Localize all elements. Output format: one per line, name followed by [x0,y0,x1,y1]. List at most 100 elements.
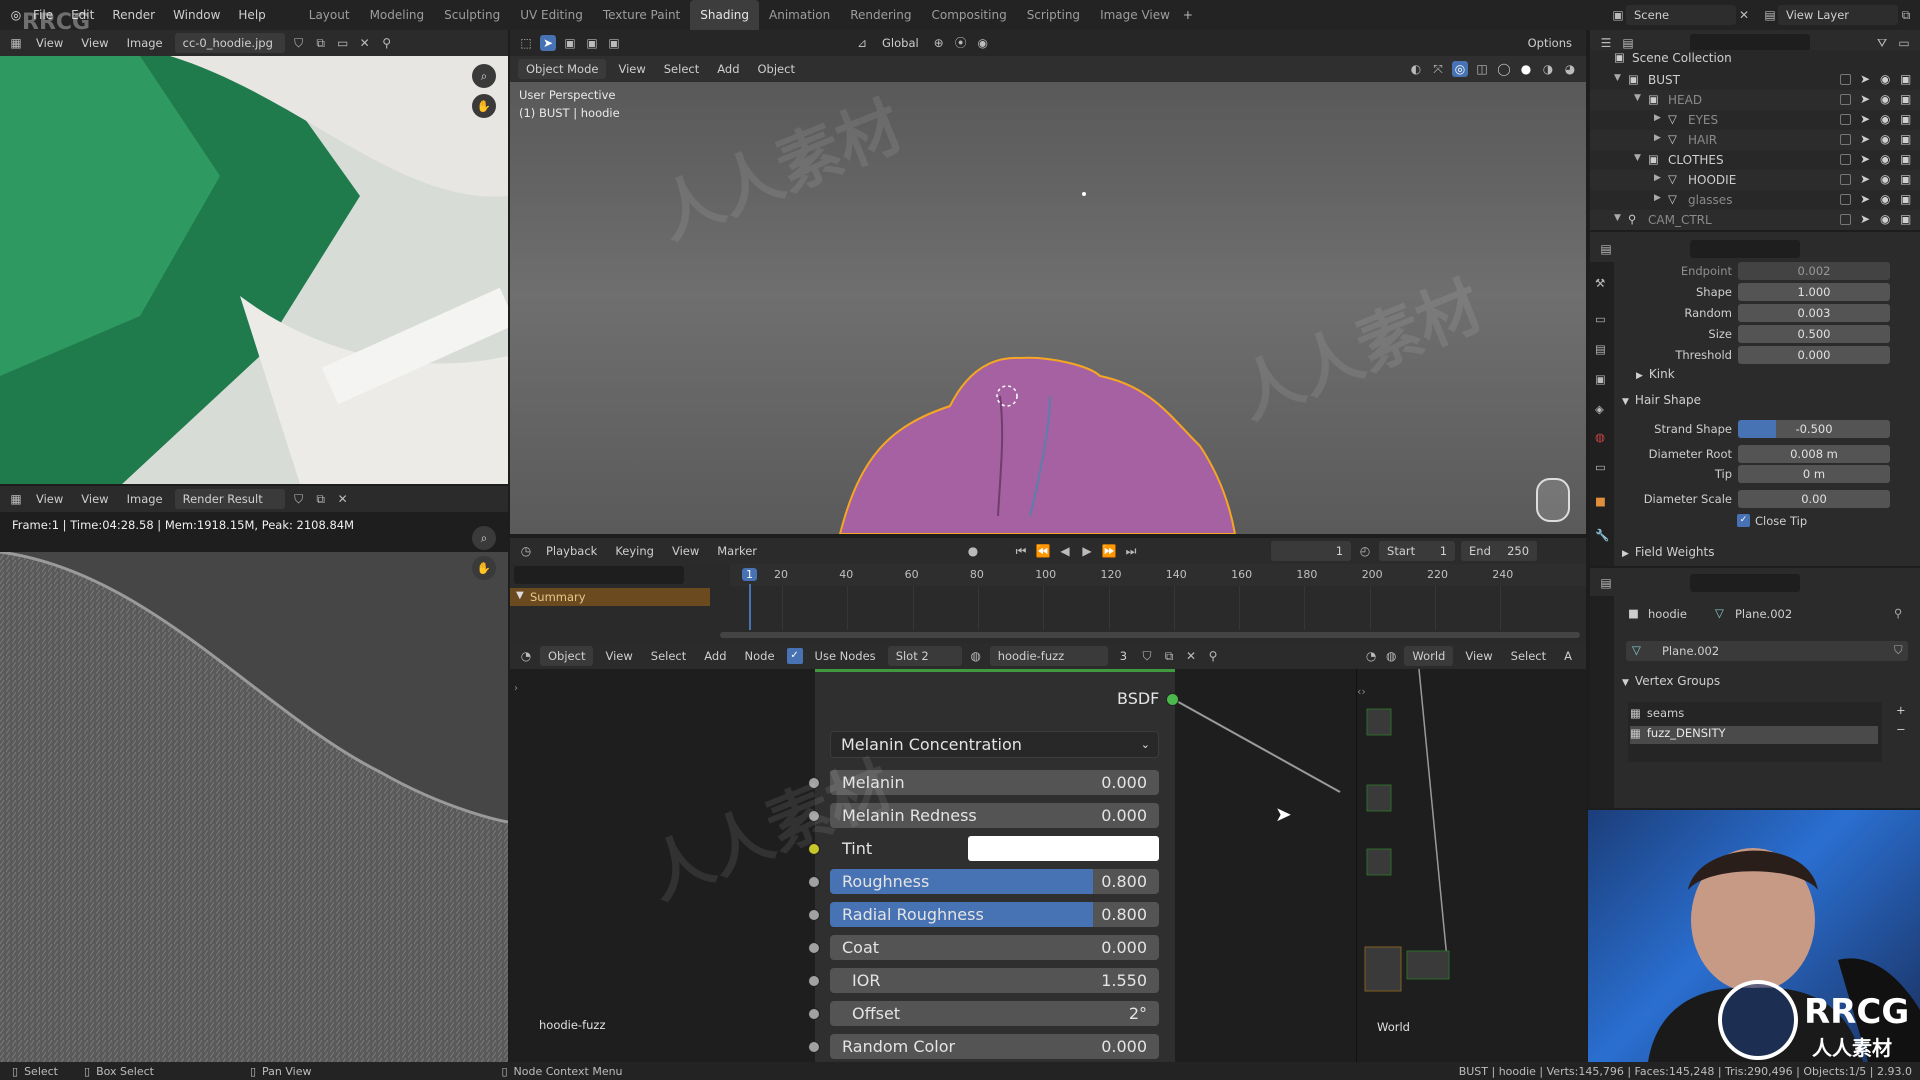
input-socket[interactable] [808,810,820,822]
view-menu-2[interactable]: View [75,36,114,50]
timeline-search-input[interactable] [514,566,684,584]
tab-sculpting[interactable]: Sculpting [434,0,510,30]
start-frame-field[interactable]: Start 1 [1379,541,1456,561]
xray-icon[interactable]: ◫ [1474,61,1490,77]
select-extend-icon[interactable]: ▣ [584,35,600,51]
input-melanin[interactable]: Melanin 0.000 [830,770,1159,795]
duplicate-icon[interactable]: ⧉ [1161,648,1177,664]
play-icon[interactable]: ▶ [1079,543,1095,559]
select-arrow-icon[interactable]: ➤ [1860,92,1870,106]
use-nodes-checkbox[interactable]: ✓ [786,648,803,664]
eye-icon[interactable]: ◉ [1880,192,1890,206]
properties-search-input[interactable] [1690,574,1800,592]
current-frame-field[interactable]: 1 [1271,541,1352,561]
diameter-root-field[interactable]: 0.008 m [1738,445,1890,463]
expand-arrow-icon[interactable]: ▼ [1634,93,1641,103]
copy-icon[interactable]: ⧉ [1898,7,1914,23]
close-tip-checkbox[interactable]: ✓ [1737,514,1750,527]
transform-orientation-icon[interactable]: ⊿ [854,35,870,51]
input-roughness[interactable]: Roughness 0.800 [830,869,1159,894]
outliner-item-cam-ctrl[interactable]: ▼ ⚲ CAM_CTRL ➤ ◉ ▣ [1590,210,1920,230]
outliner-item-bust[interactable]: ▼ ▣ BUST ➤ ◉ ▣ [1590,70,1920,90]
solid-shading-icon[interactable]: ● [1518,61,1534,77]
image-menu[interactable]: Image [121,492,169,506]
eye-icon[interactable]: ◉ [1880,132,1890,146]
exclude-checkbox[interactable] [1840,154,1851,165]
expand-arrow-icon[interactable]: ▼ [1614,73,1621,83]
viewport-select-menu[interactable]: Select [658,62,705,76]
editor-type-icon[interactable]: ◔ [1364,648,1378,664]
marker-menu[interactable]: Marker [711,544,763,558]
camera-icon[interactable]: ▣ [1900,112,1911,126]
tab-scripting[interactable]: Scripting [1017,0,1090,30]
hair-shape-panel-header[interactable]: ▼ Hair Shape [1622,393,1912,411]
camera-icon[interactable]: ▣ [1900,132,1911,146]
input-random-color[interactable]: Random Color 0.000 [830,1034,1159,1059]
input-tint[interactable]: Tint [830,836,1159,861]
shape-field[interactable]: 1.000 [1738,283,1890,301]
tab-rendering[interactable]: Rendering [840,0,921,30]
eye-icon[interactable]: ◉ [1880,152,1890,166]
select-subtract-icon[interactable]: ▣ [606,35,622,51]
pan-hand-icon[interactable]: ✋ [472,94,496,118]
tab-layout[interactable]: Layout [299,0,360,30]
collection-tab-icon[interactable]: ▭ [1595,460,1606,474]
close-icon[interactable]: ✕ [1183,648,1199,664]
modifier-tab-icon[interactable]: 🔧 [1595,528,1609,542]
3d-viewport[interactable]: Object Mode View Select Add Object ◐ ⤧ ◎… [510,56,1586,534]
random-field[interactable]: 0.003 [1738,304,1890,322]
select-cursor-icon[interactable]: ➤ [540,35,556,51]
world-tab-icon[interactable]: ◍ [1595,430,1605,444]
menu-render[interactable]: Render [103,0,164,30]
pin-icon[interactable]: ⚲ [379,35,395,51]
camera-icon[interactable]: ▣ [1900,92,1911,106]
editor-type-icon[interactable]: ▤ [1598,241,1614,257]
close-icon[interactable]: ✕ [335,491,351,507]
view-menu-2[interactable]: View [75,492,114,506]
tab-animation[interactable]: Animation [759,0,840,30]
expand-arrow-icon[interactable]: ▶ [1654,173,1661,183]
input-socket[interactable] [808,843,820,855]
keying-menu[interactable]: Keying [609,544,660,558]
record-icon[interactable]: ● [965,543,981,559]
slot-dropdown[interactable]: Slot 2 [887,646,962,666]
remove-group-icon[interactable]: − [1896,722,1906,736]
timeline-scrollbar[interactable] [720,632,1580,638]
scene-tab-icon[interactable]: ◈ [1595,402,1604,416]
add-group-icon[interactable]: + [1896,703,1906,717]
next-keyframe-icon[interactable]: ⏩ [1101,543,1117,559]
rendered-shading-icon[interactable]: ◕ [1562,61,1578,77]
strand-shape-field[interactable]: -0.500 [1738,420,1890,438]
select-arrow-icon[interactable]: ➤ [1860,192,1870,206]
material-users-count[interactable]: 3 [1114,649,1133,663]
eye-icon[interactable]: ◉ [1880,112,1890,126]
zoom-icon[interactable]: ⌕ [472,64,496,88]
world-select-menu[interactable]: Select [1505,649,1552,663]
select-arrow-icon[interactable]: ➤ [1860,112,1870,126]
render-result-preview[interactable]: Frame:1 | Time:04:28.58 | Mem:1918.15M, … [0,512,508,1062]
viewport-add-menu[interactable]: Add [711,62,745,76]
output-tab-icon[interactable]: ▤ [1595,342,1606,356]
menu-window[interactable]: Window [164,0,229,30]
expand-arrow-icon[interactable]: ▶ [1654,133,1661,143]
outliner-item-hoodie[interactable]: ▶ ▽ HOODIE ➤ ◉ ▣ [1590,170,1920,190]
editor-type-icon[interactable]: ▦ [8,35,24,51]
timeline-view-menu[interactable]: View [666,544,705,558]
vertex-group-item-fuzz-density[interactable]: ▦ fuzz_DENSITY [1630,726,1878,744]
object-mode-dropdown[interactable]: Object Mode [518,59,607,79]
render-result-field[interactable]: Render Result [174,489,285,509]
camera-icon[interactable]: ▣ [1900,172,1911,186]
input-socket[interactable] [808,909,820,921]
expand-arrow-icon[interactable]: ▼ [1614,213,1621,223]
editor-type-icon[interactable]: ◔ [518,648,534,664]
tab-shading[interactable]: Shading [690,0,759,30]
editor-type-icon[interactable]: ▤ [1598,575,1614,591]
close-icon[interactable]: ✕ [1736,7,1752,23]
prev-keyframe-icon[interactable]: ⏪ [1035,543,1051,559]
exclude-checkbox[interactable] [1840,114,1851,125]
select-arrow-icon[interactable]: ➤ [1860,172,1870,186]
view-layer-icon[interactable]: ▤ [1762,7,1778,23]
navigation-mouse-icon[interactable] [1536,478,1570,522]
pin-icon[interactable]: ⚲ [1205,648,1221,664]
pan-hand-icon[interactable]: ✋ [472,556,496,580]
